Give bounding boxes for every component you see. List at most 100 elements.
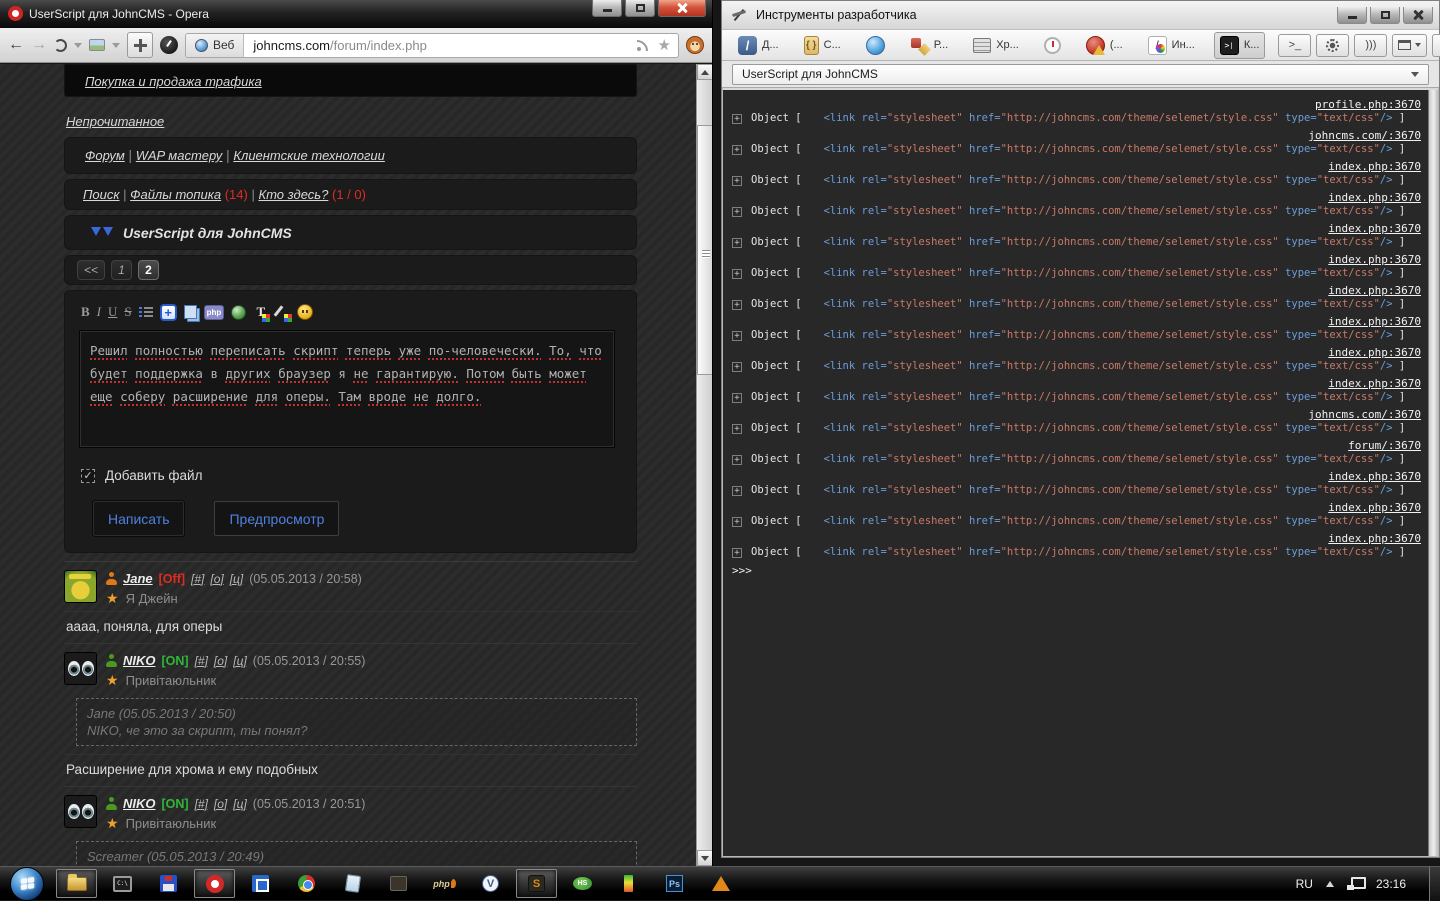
scroll-down-arrow[interactable] bbox=[697, 850, 712, 866]
expand-icon[interactable]: + bbox=[732, 424, 742, 434]
maximize-button[interactable] bbox=[1370, 7, 1400, 24]
link-icon[interactable] bbox=[231, 305, 246, 320]
tab-console[interactable]: К... bbox=[1214, 32, 1266, 59]
expand-icon[interactable]: + bbox=[732, 145, 742, 155]
attach-window-button[interactable] bbox=[1392, 34, 1427, 57]
search-link[interactable]: Поиск bbox=[83, 187, 120, 202]
post-action-link[interactable]: [ц] bbox=[230, 572, 244, 586]
reload-icon[interactable] bbox=[54, 39, 67, 52]
list-icon[interactable] bbox=[139, 306, 153, 318]
expand-icon[interactable]: + bbox=[732, 176, 742, 186]
scroll-thumb[interactable] bbox=[697, 125, 712, 375]
textcolor-icon[interactable]: T bbox=[253, 305, 268, 320]
page-button[interactable]: 1 bbox=[111, 260, 132, 280]
expand-icon[interactable]: + bbox=[732, 269, 742, 279]
who-is-here-link[interactable]: Кто здесь? bbox=[258, 187, 328, 202]
taskbar-item-hs[interactable]: HS bbox=[562, 869, 603, 898]
close-button[interactable] bbox=[1403, 7, 1433, 24]
network-icon[interactable] bbox=[1347, 877, 1363, 890]
dock-button[interactable] bbox=[1432, 34, 1440, 57]
underline-icon[interactable]: U bbox=[108, 304, 117, 320]
highlight-icon[interactable] bbox=[275, 305, 290, 320]
images-dropdown-icon[interactable] bbox=[112, 43, 120, 52]
console-prompt[interactable]: >>> bbox=[723, 563, 1428, 578]
taskbar-item-sublime[interactable]: S bbox=[516, 869, 557, 898]
back-icon[interactable]: ← bbox=[8, 33, 24, 57]
monkey-extension-icon[interactable] bbox=[686, 36, 704, 54]
post-action-link[interactable]: [#] bbox=[191, 572, 204, 586]
opera-titlebar[interactable]: UserScript для JohnCMS - Opera bbox=[0, 0, 712, 28]
expand-icon[interactable]: + bbox=[732, 486, 742, 496]
taskbar-item-notes[interactable] bbox=[332, 869, 373, 898]
attach-file-checkbox[interactable]: ✓ bbox=[81, 469, 95, 483]
taskbar-item-blue-window[interactable] bbox=[240, 869, 281, 898]
show-desktop-button[interactable] bbox=[1429, 867, 1440, 901]
start-button[interactable] bbox=[10, 867, 44, 901]
remote-debug-button[interactable]: ))) bbox=[1354, 34, 1387, 57]
breadcrumb-link[interactable]: WAP мастеру bbox=[136, 148, 223, 163]
preview-button[interactable]: Предпросмотр bbox=[214, 501, 339, 536]
tab-resources[interactable]: Р... bbox=[904, 32, 954, 59]
smiley-icon[interactable] bbox=[297, 304, 313, 320]
page-scrollbar[interactable] bbox=[696, 64, 712, 866]
tab-storage[interactable]: Хр... bbox=[967, 34, 1025, 57]
forward-icon[interactable]: → bbox=[31, 33, 47, 57]
taskbar-item-photoshop[interactable]: Ps bbox=[654, 869, 695, 898]
opera-turbo-icon[interactable] bbox=[160, 36, 178, 54]
copy-icon[interactable] bbox=[184, 305, 197, 319]
context-selector[interactable]: UserScript для JohnCMS bbox=[732, 64, 1429, 85]
taskbar-item-explorer[interactable] bbox=[56, 869, 97, 898]
site-badge[interactable]: Веб bbox=[186, 34, 244, 57]
settings-button[interactable] bbox=[1316, 34, 1349, 57]
close-button[interactable] bbox=[658, 0, 706, 17]
expand-icon[interactable]: + bbox=[732, 455, 742, 465]
page-current[interactable]: 2 bbox=[138, 260, 159, 280]
submit-button[interactable]: Написать bbox=[93, 501, 184, 536]
minimize-button[interactable] bbox=[1337, 7, 1367, 24]
expand-icon[interactable]: + bbox=[732, 114, 742, 124]
tab-profiler[interactable] bbox=[1038, 33, 1067, 58]
add-icon[interactable]: + bbox=[160, 304, 177, 321]
bold-icon[interactable]: B bbox=[81, 304, 90, 320]
tab-scripts[interactable]: С... bbox=[798, 32, 847, 59]
post-action-link[interactable]: [ц] bbox=[233, 654, 247, 668]
taskbar-item-chrome[interactable] bbox=[286, 869, 327, 898]
tray-expand-icon[interactable] bbox=[1326, 877, 1334, 887]
console-scrollbar[interactable] bbox=[1428, 90, 1438, 856]
php-icon[interactable]: php bbox=[204, 305, 225, 320]
unread-link[interactable]: Непрочитанное bbox=[66, 114, 164, 129]
tab-errors[interactable]: (... bbox=[1080, 32, 1129, 59]
page-button[interactable]: << bbox=[77, 260, 105, 280]
url-text[interactable]: johncms.com/forum/index.php bbox=[253, 38, 426, 53]
taskbar-item-gradient[interactable] bbox=[608, 869, 649, 898]
taskbar-item-alert[interactable] bbox=[700, 869, 741, 898]
expand-icon[interactable]: + bbox=[732, 331, 742, 341]
taskbar-item-v-app[interactable]: V bbox=[470, 869, 511, 898]
expand-icon[interactable]: + bbox=[732, 362, 742, 372]
expand-icon[interactable]: + bbox=[732, 238, 742, 248]
language-indicator[interactable]: RU bbox=[1296, 877, 1313, 891]
message-textarea[interactable]: Решил полностью переписать скрипт теперь… bbox=[79, 330, 615, 448]
author-link[interactable]: NIKO bbox=[123, 653, 156, 668]
expand-icon[interactable]: + bbox=[732, 393, 742, 403]
expand-icon[interactable]: + bbox=[732, 548, 742, 558]
images-icon[interactable] bbox=[89, 39, 105, 51]
bookmark-star-icon[interactable]: ★ bbox=[658, 36, 671, 54]
expand-icon[interactable]: + bbox=[732, 517, 742, 527]
strike-icon[interactable]: S bbox=[124, 304, 131, 320]
scroll-up-arrow[interactable] bbox=[697, 64, 712, 80]
category-link[interactable]: Покупка и продажа трафика bbox=[85, 74, 262, 89]
taskbar-item-save[interactable] bbox=[148, 869, 189, 898]
post-action-link[interactable]: [ц] bbox=[233, 797, 247, 811]
post-action-link[interactable]: [о] bbox=[210, 572, 223, 586]
address-bar[interactable]: Веб johncms.com/forum/index.php ★ bbox=[185, 33, 679, 58]
post-action-link[interactable]: [о] bbox=[214, 797, 227, 811]
expand-icon[interactable]: + bbox=[732, 207, 742, 217]
add-tab-button[interactable] bbox=[127, 32, 153, 58]
topic-files-link[interactable]: Файлы топика bbox=[130, 187, 221, 202]
reload-dropdown-icon[interactable] bbox=[74, 43, 82, 52]
breadcrumb-link[interactable]: Клиентские технологии bbox=[233, 148, 385, 163]
italic-icon[interactable]: I bbox=[97, 304, 101, 320]
post-action-link[interactable]: [о] bbox=[214, 654, 227, 668]
tab-network[interactable] bbox=[860, 32, 891, 59]
